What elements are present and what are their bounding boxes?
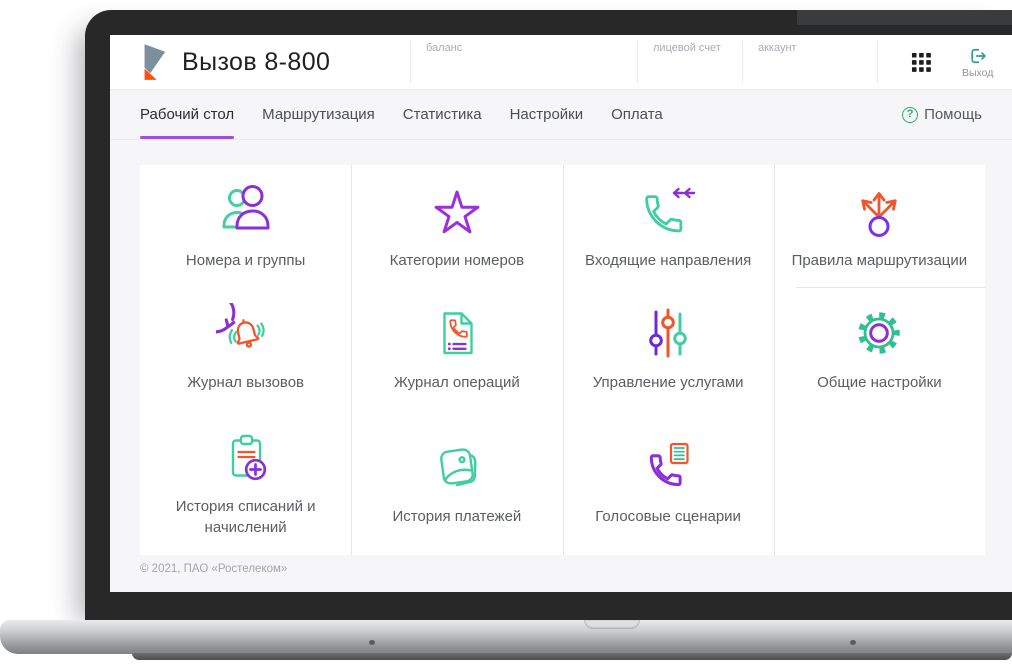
tab-payment[interactable]: Оплата [611,90,663,139]
clipboard-plus-icon [216,427,276,487]
app-window: Вызов 8-800 баланс лицевой счет аккаунт [110,35,1012,592]
phone-incoming-arrows-icon [638,181,698,241]
tile-payments-history[interactable]: История платежей [351,410,562,555]
vertical-sliders-icon [638,303,698,363]
header: Вызов 8-800 баланс лицевой счет аккаунт [110,35,1012,90]
nav-tabs: Рабочий стол Маршрутизация Статистика На… [140,90,663,139]
balance-label: баланс [426,42,463,54]
grid-divider [562,165,564,555]
help-link[interactable]: ? Помощь [902,90,982,139]
bezel-highlight [797,10,1012,25]
tile-label: Категории номеров [389,251,525,269]
logout-label: Выход [962,66,994,79]
tile-label: Общие настройки [817,374,942,392]
logout-icon [968,46,988,66]
tile-number-categories[interactable]: Категории номеров [351,165,562,287]
copyright: © 2021, ПАО «Ростелеком» [140,563,288,575]
tile-label: Входящие направления [585,251,752,269]
tile-service-management[interactable]: Управление услугами [563,287,774,410]
tile-label: Журнал операций [394,374,520,392]
grid-divider [773,165,775,555]
tile-label: История платежей [392,508,522,526]
tile-routing-rules[interactable]: Правила маршрутизации [774,165,985,287]
main-content: Номера и группы Категории номеров Входящ… [110,140,1012,592]
balance-field: баланс [410,35,637,89]
tile-label: Правила маршрутизации [791,251,968,269]
document-phone-list-icon [427,303,487,363]
tile-charges-history[interactable]: История списаний и начислений [140,410,351,555]
tile-label: Голосовые сценарии [595,508,741,526]
tile-label: Журнал вызовов [187,374,305,392]
header-actions: Выход [877,35,1012,89]
tile-label: История списаний и начислений [175,497,316,536]
tile-incoming-directions[interactable]: Входящие направления [563,165,774,287]
tile-operations-log[interactable]: Журнал операций [351,287,562,410]
laptop-base-dot [369,640,375,645]
personal-account-field: лицевой счет [637,35,742,89]
help-label: Помощь [924,106,982,123]
personal-account-label: лицевой счет [653,42,721,54]
help-question-icon: ? [902,106,919,123]
account-label: аккаунт [758,42,797,54]
brand: Вызов 8-800 [110,35,410,89]
tab-statistics[interactable]: Статистика [403,90,482,139]
laptop-bezel: Вызов 8-800 баланс лицевой счет аккаунт [85,10,1012,620]
tile-label: Управление услугами [592,374,744,392]
grid-divider [351,165,353,555]
app-title: Вызов 8-800 [182,47,331,76]
bell-circular-arrow-icon [193,292,276,363]
gear-icon [849,303,909,363]
rostelecom-logo-icon [138,42,168,82]
laptop-base-dot [850,640,856,645]
route-split-arrows-icon [849,181,909,241]
tile-general-settings[interactable]: Общие настройки [774,287,985,410]
tile-voice-scenarios[interactable]: Голосовые сценарии [563,410,774,555]
wallet-icon [427,437,487,497]
apps-grid-icon[interactable] [911,52,932,73]
phone-script-icon [638,437,698,497]
laptop-base [0,620,1012,660]
grid-divider [795,287,985,288]
tab-routing[interactable]: Маршрутизация [262,90,375,139]
logout-button[interactable]: Выход [962,46,993,79]
nav-tabbar: Рабочий стол Маршрутизация Статистика На… [110,90,1012,140]
tab-settings[interactable]: Настройки [510,90,584,139]
tile-call-log[interactable]: Журнал вызовов [140,287,351,410]
people-icon [216,181,276,241]
star-icon [427,181,487,241]
tab-desktop[interactable]: Рабочий стол [140,90,235,139]
account-field: аккаунт [742,35,877,89]
tile-label: Номера и группы [185,251,306,269]
tile-grid: Номера и группы Категории номеров Входящ… [140,165,985,555]
tile-numbers-and-groups[interactable]: Номера и группы [140,165,351,287]
